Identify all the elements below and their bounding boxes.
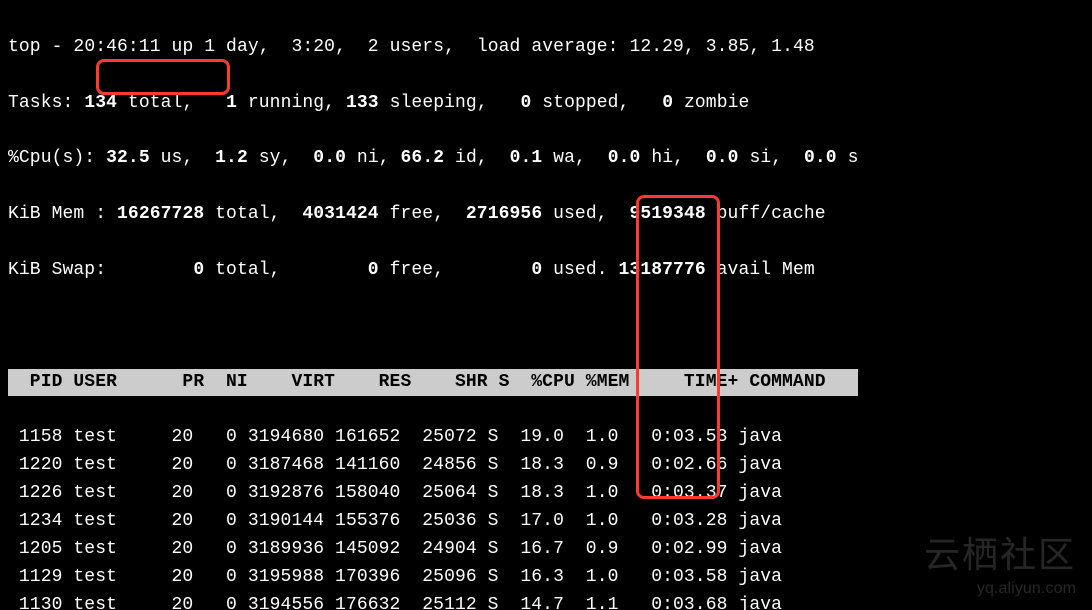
summary-line-cpu: %Cpu(s): 32.5 us, 1.2 sy, 0.0 ni, 66.2 i… (8, 145, 1084, 173)
process-row: 1130 test 20 0 3194556 176632 25112 S 14… (8, 592, 1084, 610)
process-table-header: PID USER PR NI VIRT RES SHR S %CPU %MEM … (8, 369, 1084, 397)
process-row: 1220 test 20 0 3187468 141160 24856 S 18… (8, 452, 1084, 480)
watermark-title: 云栖社区 (924, 527, 1076, 583)
process-row: 1234 test 20 0 3190144 155376 25036 S 17… (8, 508, 1084, 536)
summary-line-swap: KiB Swap: 0 total, 0 free, 0 used. 13187… (8, 257, 1084, 285)
watermark: 云栖社区 yq.aliyun.com (924, 527, 1076, 602)
process-row: 1226 test 20 0 3192876 158040 25064 S 18… (8, 480, 1084, 508)
summary-line-uptime: top - 20:46:11 up 1 day, 3:20, 2 users, … (8, 34, 1084, 62)
process-row: 1205 test 20 0 3189936 145092 24904 S 16… (8, 536, 1084, 564)
process-row: 1129 test 20 0 3195988 170396 25096 S 16… (8, 564, 1084, 592)
terminal-output: top - 20:46:11 up 1 day, 3:20, 2 users, … (0, 0, 1092, 610)
summary-line-tasks: Tasks: 134 total, 1 running, 133 sleepin… (8, 90, 1084, 118)
process-row: 1158 test 20 0 3194680 161652 25072 S 19… (8, 424, 1084, 452)
process-table-body: 1158 test 20 0 3194680 161652 25072 S 19… (8, 424, 1084, 610)
summary-line-mem: KiB Mem : 16267728 total, 4031424 free, … (8, 201, 1084, 229)
blank-line (8, 313, 1084, 341)
